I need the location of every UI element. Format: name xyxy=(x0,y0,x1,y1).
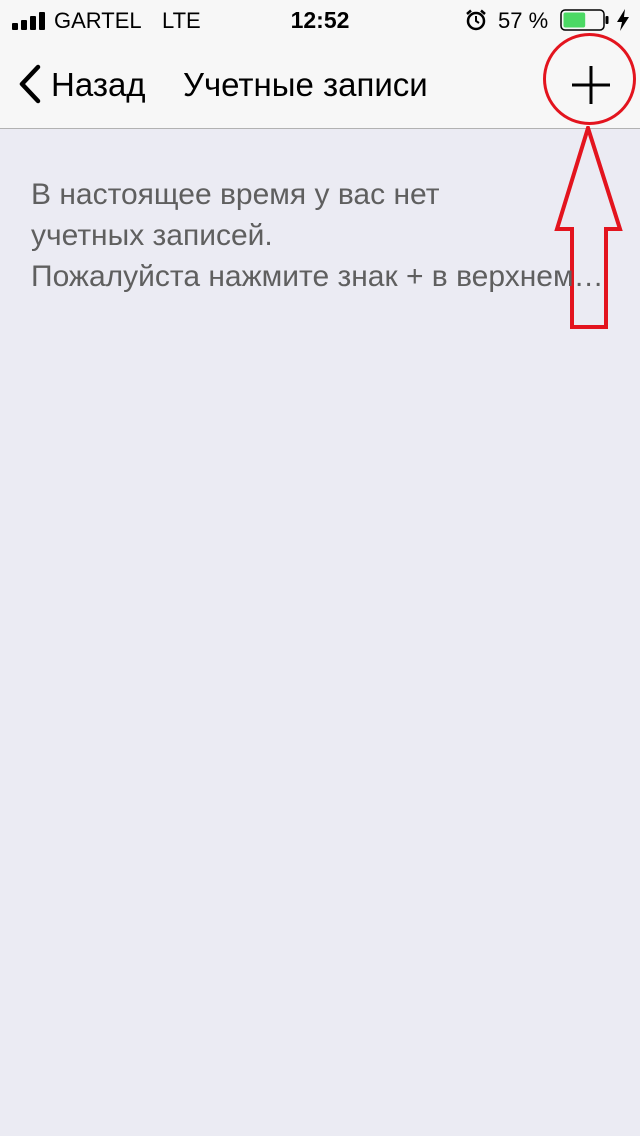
charging-bolt-icon xyxy=(617,9,629,31)
annotation-circle xyxy=(543,33,636,125)
empty-state-message: В настоящее время у вас нет учетных запи… xyxy=(31,174,609,297)
back-button[interactable]: Назад xyxy=(12,58,162,108)
message-line-1: В настоящее время у вас нет xyxy=(31,178,440,211)
status-bar: GARTEL LTE 12:52 57 % xyxy=(0,0,640,40)
alarm-icon xyxy=(466,9,486,31)
back-label: Назад xyxy=(51,66,146,103)
page-title: Учетные записи xyxy=(183,66,428,103)
message-line-3: Пожалуйста нажмите знак + в верхнем прав… xyxy=(31,260,609,293)
battery-icon xyxy=(560,9,609,31)
back-chevron-icon xyxy=(19,64,41,104)
message-line-2: учетных записей. xyxy=(31,219,273,252)
battery-percentage: 57 % xyxy=(498,8,549,33)
